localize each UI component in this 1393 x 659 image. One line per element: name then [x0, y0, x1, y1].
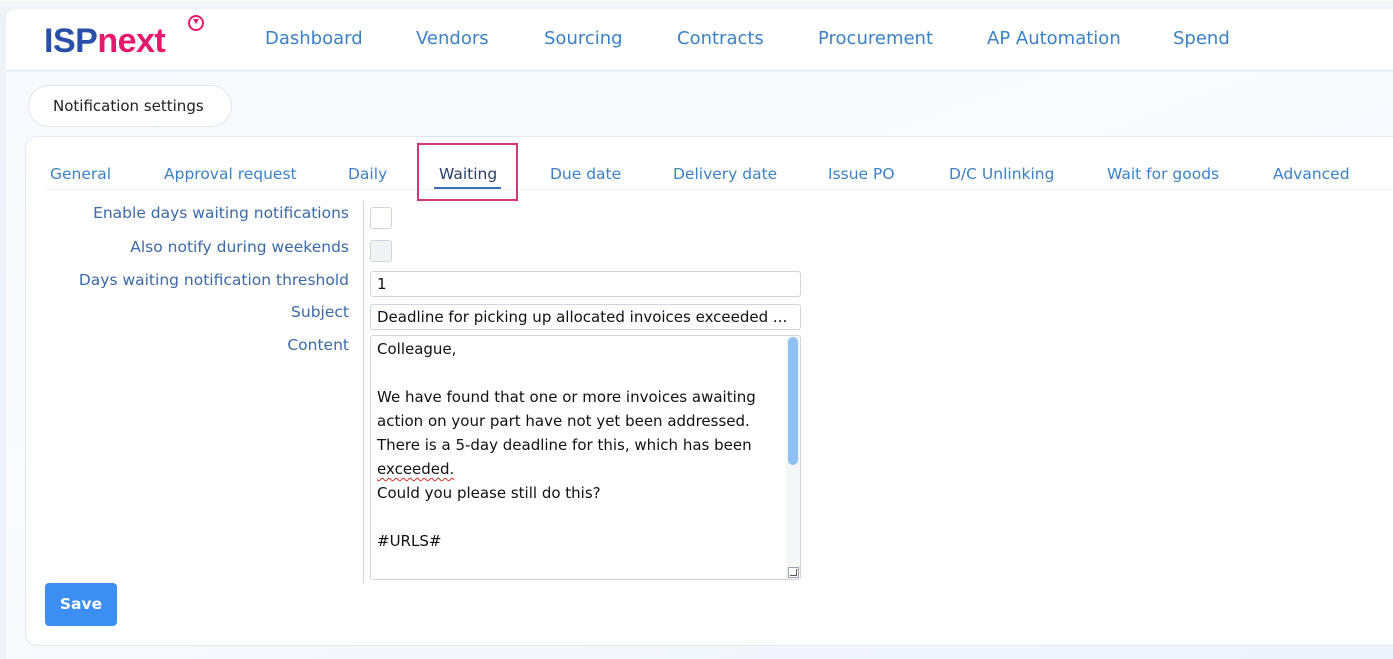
tab-advanced[interactable]: Advanced — [1273, 164, 1350, 184]
notify-weekends-checkbox[interactable] — [370, 240, 392, 262]
nav-sourcing[interactable]: Sourcing — [544, 27, 623, 51]
active-tab-highlight-box — [417, 143, 518, 201]
top-background-strip — [0, 0, 1393, 6]
nav-ap-automation[interactable]: AP Automation — [987, 27, 1121, 51]
content-line: We have found that one or more invoices … — [377, 388, 756, 406]
threshold-input[interactable]: 1 — [370, 271, 801, 297]
content-label: Content — [287, 336, 349, 354]
subject-label: Subject — [291, 303, 349, 321]
tab-issue-po[interactable]: Issue PO — [828, 164, 895, 184]
subject-input[interactable]: Deadline for picking up allocated invoic… — [370, 304, 801, 330]
tab-wait-for-goods[interactable]: Wait for goods — [1107, 164, 1219, 184]
nav-vendors[interactable]: Vendors — [416, 27, 489, 51]
tab-due-date[interactable]: Due date — [550, 164, 621, 184]
content-line: Could you please still do this? — [377, 484, 601, 502]
threshold-label: Days waiting notification threshold — [78, 271, 349, 289]
content-line: action on your part have not yet been ad… — [377, 412, 750, 430]
resize-handle-icon[interactable] — [788, 567, 799, 578]
top-navigation-bar: ISPnext Dashboard Vendors Sourcing Contr… — [6, 9, 1393, 71]
nav-spend[interactable]: Spend — [1173, 27, 1230, 51]
notify-weekends-label: Also notify during weekends — [130, 238, 349, 256]
tab-delivery-date[interactable]: Delivery date — [673, 164, 777, 184]
save-button[interactable]: Save — [45, 583, 117, 626]
enable-notifications-checkbox[interactable] — [370, 207, 392, 229]
enable-notifications-label: Enable days waiting notifications — [93, 204, 349, 222]
logo-text-next: next — [97, 22, 166, 60]
content-scrollbar[interactable] — [786, 336, 800, 579]
content-line: #URLS# — [377, 532, 442, 550]
content-scrollbar-thumb[interactable] — [788, 337, 798, 465]
logo-text-isp: ISP — [44, 22, 98, 60]
tab-approval-request[interactable]: Approval request — [164, 164, 297, 184]
content-line: exceeded. — [377, 460, 455, 478]
nav-dashboard[interactable]: Dashboard — [265, 27, 363, 51]
content-line: There is a 5-day deadline for this, whic… — [377, 436, 752, 454]
tab-general[interactable]: General — [50, 164, 111, 184]
content-line: Colleague, — [377, 340, 457, 358]
nav-procurement[interactable]: Procurement — [818, 27, 933, 51]
form-label-divider — [363, 201, 364, 583]
tab-daily[interactable]: Daily — [348, 164, 387, 184]
page-title-pill: Notification settings — [28, 85, 232, 127]
nav-contracts[interactable]: Contracts — [677, 27, 764, 51]
tabs-divider — [44, 189, 1393, 190]
logo-heart-badge-icon — [188, 15, 204, 31]
tab-dc-unlinking[interactable]: D/C Unlinking — [949, 164, 1054, 184]
content-textarea[interactable]: Colleague, We have found that one or mor… — [370, 335, 801, 580]
ispnext-logo[interactable]: ISPnext — [44, 21, 166, 61]
